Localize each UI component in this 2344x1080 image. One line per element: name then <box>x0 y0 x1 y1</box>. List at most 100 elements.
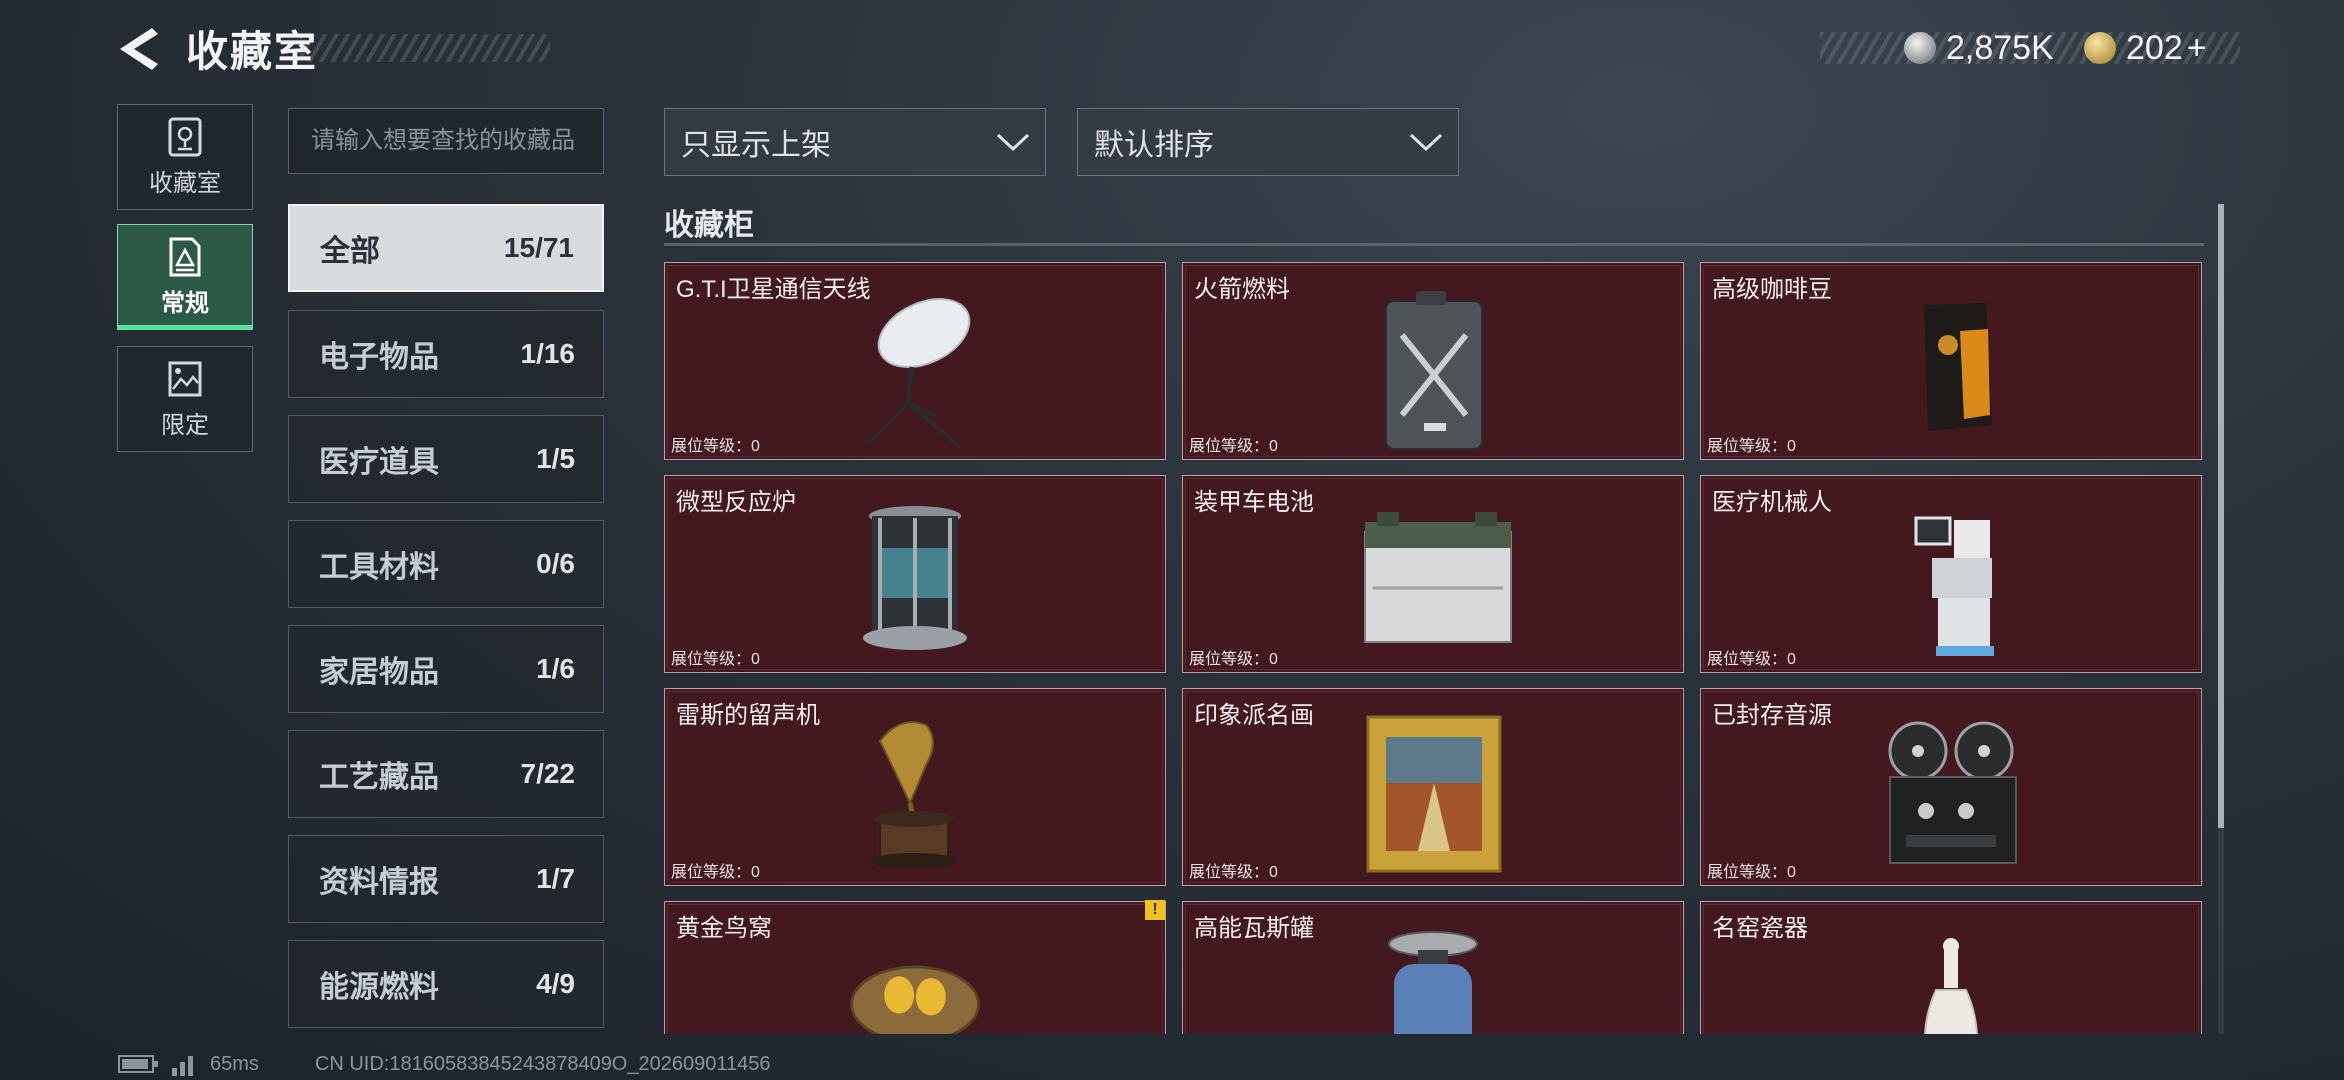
category-tools[interactable]: 工具材料 0/6 <box>288 520 604 608</box>
display-level: 展位等级：0 <box>671 864 760 881</box>
collection-card[interactable]: 印象派名画 展位等级：0 <box>1182 688 1684 886</box>
category-electronics[interactable]: 电子物品 1/16 <box>288 310 604 398</box>
category-count: 7/22 <box>520 758 576 789</box>
category-energy[interactable]: 能源燃料 4/9 <box>288 940 604 1028</box>
collection-grid: G.T.I卫星通信天线 展位等级：0 火箭燃料 展位等级：0 高级咖啡豆 展位等… <box>664 262 2204 1034</box>
display-level: 展位等级：0 <box>671 651 760 668</box>
category-name: 资料情报 <box>319 866 439 899</box>
signal-icon <box>172 1056 193 1076</box>
display-level: 展位等级：0 <box>1189 864 1278 881</box>
page-title: 收藏室 <box>186 28 319 75</box>
item-name: 高能瓦斯罐 <box>1194 915 1314 942</box>
sort-value: 默认排序 <box>1094 129 1214 162</box>
back-arrow-icon[interactable] <box>114 24 164 74</box>
medical-robot-icon <box>1914 516 1994 656</box>
category-name: 能源燃料 <box>319 971 439 1004</box>
silver-currency-value: 2,875K <box>1946 28 2054 67</box>
battery-icon <box>1364 512 1512 643</box>
golden-nest-icon <box>850 965 980 1034</box>
category-name: 医疗道具 <box>319 446 439 479</box>
nav-collection-room[interactable]: 收藏室 <box>117 104 253 210</box>
reel-to-reel-icon <box>1888 721 2017 864</box>
collection-card[interactable]: 微型反应炉 展位等级：0 <box>664 475 1166 673</box>
display-level: 展位等级：0 <box>1707 438 1796 455</box>
gold-coin-icon <box>2084 32 2116 64</box>
display-filter-value: 只显示上架 <box>681 129 831 162</box>
porcelain-vase-icon <box>1924 938 1978 1034</box>
display-level: 展位等级：0 <box>1707 864 1796 881</box>
category-household[interactable]: 家居物品 1/6 <box>288 625 604 713</box>
silver-currency: 2,875K <box>1904 24 2054 72</box>
category-count: 1/6 <box>536 653 575 684</box>
satellite-dish-icon <box>866 298 971 449</box>
category-name: 全部 <box>320 235 380 268</box>
category-name: 工具材料 <box>319 551 439 584</box>
collection-card[interactable]: 黄金鸟窝 ! <box>664 900 1166 1034</box>
nav-regular[interactable]: 常规 <box>117 224 253 330</box>
item-name: 雷斯的留声机 <box>676 702 820 729</box>
collection-card[interactable]: 高能瓦斯罐 <box>1182 901 1684 1034</box>
category-count: 15/71 <box>503 232 574 263</box>
nav-label: 收藏室 <box>149 169 221 197</box>
chevron-down-icon <box>1409 133 1443 152</box>
category-medical[interactable]: 医疗道具 1/5 <box>288 415 604 503</box>
item-name: 黄金鸟窝 <box>676 915 772 942</box>
collection-card[interactable]: 已封存音源 展位等级：0 <box>1700 688 2202 886</box>
sort-dropdown[interactable]: 默认排序 <box>1077 108 1459 176</box>
display-level: 展位等级：0 <box>1707 651 1796 668</box>
collection-card[interactable]: 火箭燃料 展位等级：0 <box>1182 262 1684 460</box>
warning-badge: ! <box>1145 900 1165 920</box>
silver-coin-icon <box>1904 32 1936 64</box>
category-name: 工艺藏品 <box>319 761 439 794</box>
fuel-can-icon <box>1385 291 1483 450</box>
collection-card[interactable]: G.T.I卫星通信天线 展位等级：0 <box>664 262 1166 460</box>
category-count: 1/7 <box>536 863 575 894</box>
item-name: 微型反应炉 <box>676 489 796 516</box>
category-intel[interactable]: 资料情报 1/7 <box>288 835 604 923</box>
add-currency-button[interactable]: + <box>2187 29 2207 68</box>
item-name: 印象派名画 <box>1194 702 1314 729</box>
category-count: 0/6 <box>536 548 575 579</box>
category-name: 电子物品 <box>319 341 439 374</box>
document-triangle-icon <box>169 237 201 276</box>
scrollbar-thumb[interactable] <box>2218 204 2224 828</box>
collection-card[interactable]: 装甲车电池 展位等级：0 <box>1182 475 1684 673</box>
item-name: 医疗机械人 <box>1712 489 1832 516</box>
gold-currency: 202 + <box>2084 24 2207 72</box>
collection-card[interactable]: 高级咖啡豆 展位等级：0 <box>1700 262 2202 460</box>
gramophone-icon <box>870 721 958 869</box>
nav-label: 常规 <box>161 289 209 317</box>
item-name: 装甲车电池 <box>1194 489 1314 516</box>
gold-currency-value: 202 <box>2126 28 2183 67</box>
display-level: 展位等级：0 <box>671 438 760 455</box>
category-count: 1/5 <box>536 443 575 474</box>
vault-icon <box>168 117 202 156</box>
collection-card[interactable]: 医疗机械人 展位等级：0 <box>1700 475 2202 673</box>
section-title: 收藏柜 <box>664 209 754 242</box>
collection-card[interactable]: 名窑瓷器 <box>1700 901 2202 1034</box>
section-divider <box>664 243 2204 246</box>
collection-card[interactable]: 雷斯的留声机 展位等级：0 <box>664 688 1166 886</box>
category-crafts[interactable]: 工艺藏品 7/22 <box>288 730 604 818</box>
display-filter-dropdown[interactable]: 只显示上架 <box>664 108 1046 176</box>
title-stripe-decoration <box>300 34 550 62</box>
item-name: 高级咖啡豆 <box>1712 276 1832 303</box>
category-name: 家居物品 <box>319 656 439 689</box>
chevron-down-icon <box>996 133 1030 152</box>
picture-icon <box>168 361 202 396</box>
category-count: 1/16 <box>520 338 576 369</box>
nav-label: 限定 <box>161 411 209 439</box>
item-name: 已封存音源 <box>1712 702 1832 729</box>
user-uid: CN UID:18160583845243878409O_20260901145… <box>314 1052 771 1075</box>
nav-limited[interactable]: 限定 <box>117 346 253 452</box>
search-input[interactable] <box>288 108 604 174</box>
category-all[interactable]: 全部 15/71 <box>288 204 604 292</box>
item-name: 名窑瓷器 <box>1712 915 1808 942</box>
framed-painting-icon <box>1366 715 1502 873</box>
reactor-icon <box>863 506 967 650</box>
item-name: 火箭燃料 <box>1194 276 1290 303</box>
display-level: 展位等级：0 <box>1189 651 1278 668</box>
status-footer: 65ms CN UID:18160583845243878409O_202609… <box>118 1052 770 1076</box>
battery-status-icon <box>118 1055 158 1073</box>
ping-value: 65ms <box>210 1052 259 1075</box>
